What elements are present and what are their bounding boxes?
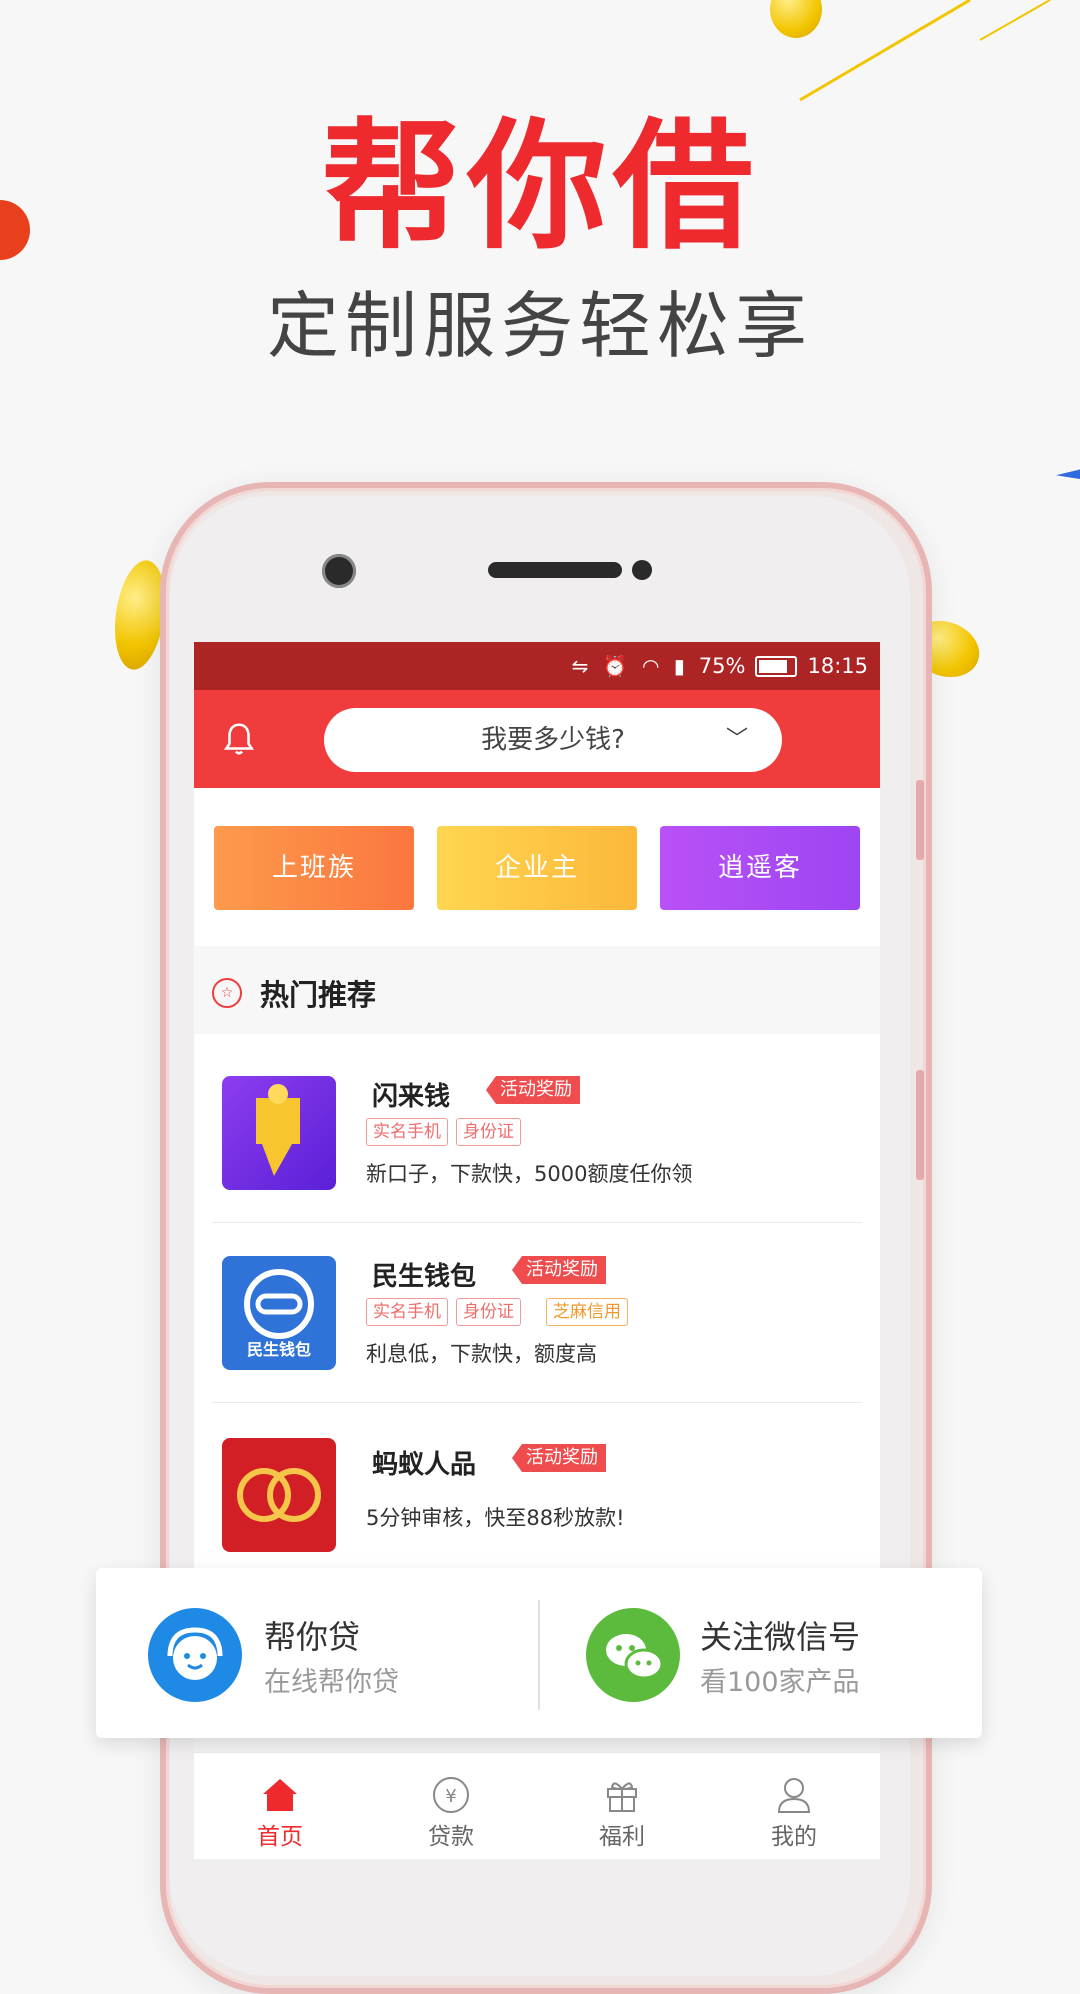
service-card: 帮你贷 在线帮你贷 关注微信号 看100家产品: [96, 1568, 982, 1738]
product-logo-text: 民生钱包: [246, 1340, 311, 1359]
blue-shape-decoration: [1056, 468, 1080, 480]
amount-selector-label: 我要多少钱?: [481, 725, 625, 755]
product-item[interactable]: 蚂蚁人品 活动奖励 5分钟审核，快至88秒放款!: [194, 1402, 880, 1582]
card-divider: [538, 1600, 540, 1710]
home-icon: [263, 1779, 297, 1811]
nav-welfare-label: 福利: [599, 1824, 645, 1850]
yen-icon: ¥: [433, 1777, 469, 1813]
product-description: 新口子，下款快，5000额度任你领: [366, 1162, 693, 1186]
wechat-icon[interactable]: [586, 1608, 680, 1702]
phone-side-button: [916, 780, 924, 860]
hot-section-title: 热门推荐: [260, 978, 377, 1012]
service-subtitle: 在线帮你贷: [264, 1667, 399, 1698]
bottom-nav: 首页 ¥ 贷款 福利 我的: [194, 1752, 880, 1859]
user-icon: [777, 1778, 811, 1813]
battery-percent: 75%: [698, 654, 746, 678]
promo-title: 帮你借: [320, 106, 759, 269]
reward-badge: 活动奖励: [512, 1256, 606, 1284]
bell-icon[interactable]: [220, 720, 258, 758]
top-bar: 我要多少钱? ﹀: [194, 690, 880, 788]
category-office-worker[interactable]: 上班族: [214, 826, 414, 910]
gift-icon: [607, 1782, 637, 1812]
nav-mine[interactable]: 我的: [734, 1753, 854, 1859]
category-freelancer[interactable]: 逍遥客: [660, 826, 860, 910]
requirement-tag: 身份证: [456, 1118, 521, 1146]
product-name: 闪来钱: [372, 1082, 451, 1112]
proximity-sensor: [632, 560, 652, 580]
nav-home-label: 首页: [257, 1824, 303, 1850]
product-logo-mayirenpin: [222, 1438, 336, 1552]
battery-icon: [755, 655, 798, 677]
nav-loan-label: 贷款: [428, 1824, 474, 1850]
amount-selector[interactable]: 我要多少钱? ﹀: [324, 708, 782, 772]
star-icon: ☆: [212, 978, 242, 1008]
reward-badge: 活动奖励: [486, 1076, 580, 1104]
product-name: 民生钱包: [372, 1262, 477, 1292]
nav-welfare[interactable]: 福利: [562, 1753, 682, 1859]
reward-badge: 活动奖励: [512, 1444, 606, 1472]
product-item[interactable]: 闪来钱 活动奖励 实名手机 身份证 新口子，下款快，5000额度任你领: [194, 1034, 880, 1214]
category-panel: 上班族 企业主 逍遥客: [194, 788, 880, 946]
nav-loan[interactable]: ¥ 贷款: [391, 1753, 511, 1859]
promo-subtitle: 定制服务轻松享: [266, 284, 813, 368]
product-logo-shanlaiqian: [222, 1076, 336, 1190]
status-bar: ⇋ ⏰ ◠ ▮ 75% 18:15: [194, 642, 880, 690]
chevron-down-icon: ﹀: [725, 727, 748, 752]
product-name: 蚂蚁人品: [372, 1450, 477, 1480]
product-description: 利息低，下款快，额度高: [366, 1342, 597, 1366]
requirement-tag: 身份证: [456, 1298, 521, 1326]
product-description: 5分钟审核，快至88秒放款!: [366, 1506, 625, 1530]
phone-side-button: [916, 1070, 924, 1180]
nav-home[interactable]: 首页: [220, 1753, 340, 1859]
category-business-owner[interactable]: 企业主: [437, 826, 637, 910]
requirement-tag: 实名手机: [366, 1118, 448, 1146]
product-logo-minsheng: 民生钱包: [222, 1256, 336, 1370]
front-camera: [322, 554, 356, 588]
customer-service-icon[interactable]: [148, 1608, 242, 1702]
service-title: 帮你贷: [264, 1618, 361, 1656]
status-icons: ⇋ ⏰ ◠ ▮: [571, 654, 689, 678]
hot-section-header: ☆ 热门推荐: [194, 946, 880, 1034]
streak-decoration: [799, 0, 1051, 102]
requirement-tag: 芝麻信用: [546, 1298, 628, 1326]
wechat-subtitle: 看100家产品: [700, 1667, 860, 1698]
status-time: 18:15: [807, 654, 868, 678]
requirement-tag: 实名手机: [366, 1298, 448, 1326]
nav-mine-label: 我的: [771, 1824, 817, 1850]
wechat-title: 关注微信号: [700, 1618, 861, 1656]
earpiece-speaker: [488, 562, 622, 578]
svg-text:¥: ¥: [445, 1786, 456, 1807]
product-item[interactable]: 民生钱包 民生钱包 活动奖励 实名手机 身份证 芝麻信用 利息低，下款快，额度高: [194, 1222, 880, 1402]
